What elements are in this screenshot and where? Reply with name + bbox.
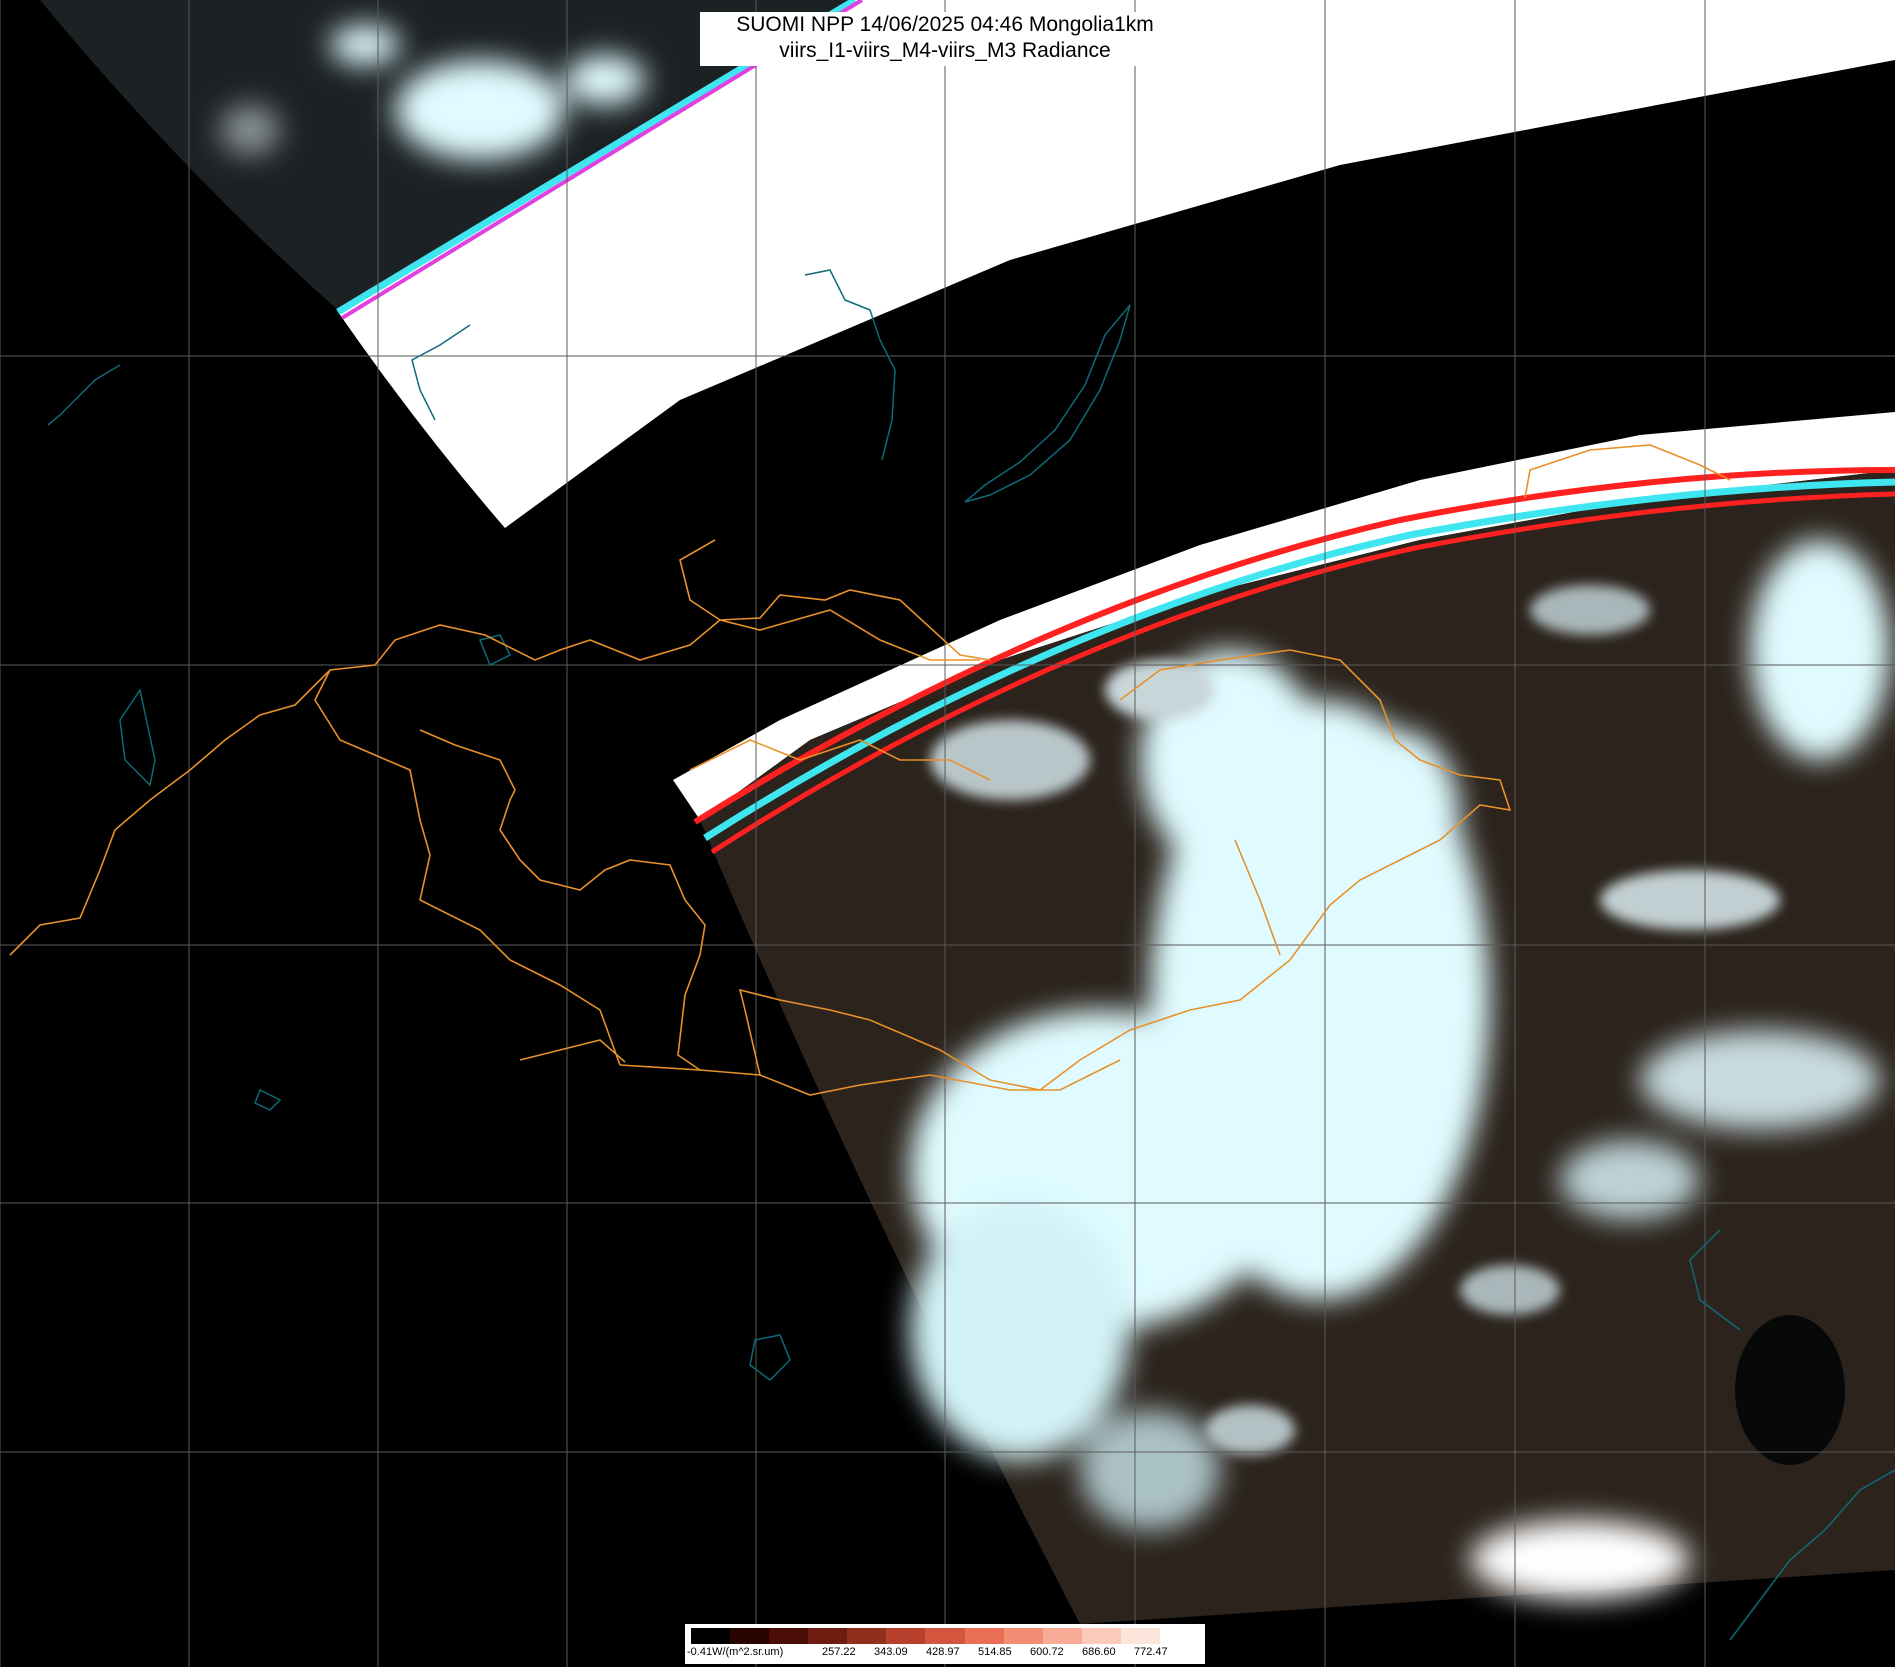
map-title-line1: SUOMI NPP 14/06/2025 04:46 Mongolia1km (736, 13, 1154, 36)
colorbar-swatch (808, 1628, 848, 1644)
colorbar-swatch (925, 1628, 965, 1644)
colorbar-label: -0.41W/(m^2.sr.um) (687, 1646, 784, 1658)
colorbar-label: 600.72 (1030, 1646, 1064, 1658)
colorbar-swatch (886, 1628, 926, 1644)
colorbar-label: 343.09 (874, 1646, 908, 1658)
lake-outline (47, 364, 121, 426)
lake-outline (254, 1088, 282, 1111)
colorbar-label: 514.85 (978, 1646, 1012, 1658)
border-line (314, 669, 621, 1066)
colorbar-swatch (1120, 1628, 1160, 1644)
map-title-line2: viirs_I1-viirs_M4-viirs_M3 Radiance (779, 39, 1111, 62)
colorbar-label: 686.60 (1082, 1646, 1116, 1658)
colorbar-label: 428.97 (926, 1646, 960, 1658)
colorbar-label: 772.47 (1134, 1646, 1168, 1658)
colorbar-swatch (847, 1628, 887, 1644)
colorbar-swatch (730, 1628, 770, 1644)
colorbar-swatch (964, 1628, 1004, 1644)
colorbar-swatch (1003, 1628, 1043, 1644)
colorbar-labels: -0.41W/(m^2.sr.um) 257.22 343.09 428.97 … (685, 1646, 1205, 1662)
border-line (419, 729, 706, 1071)
main-swath (673, 412, 1895, 1624)
radiance-map[interactable] (0, 0, 1895, 1667)
map-title: SUOMI NPP 14/06/2025 04:46 Mongolia1km v… (700, 12, 1190, 66)
colorbar-ramp (691, 1628, 1200, 1644)
colorbar-label: 257.22 (822, 1646, 856, 1658)
lake-baikal-outline (964, 304, 1131, 503)
border-line (679, 539, 991, 661)
border-line (519, 1039, 626, 1063)
colorbar-swatch (1159, 1628, 1200, 1644)
colorbar-swatch (691, 1628, 731, 1644)
satellite-map-viewport[interactable]: SUOMI NPP 14/06/2025 04:46 Mongolia1km v… (0, 0, 1895, 1667)
lake-outline (119, 688, 156, 787)
colorbar-swatch (1042, 1628, 1082, 1644)
colorbar-swatch (1081, 1628, 1121, 1644)
colorbar-swatch (769, 1628, 809, 1644)
sea-dark-area (1735, 1315, 1845, 1465)
colorbar-legend: -0.41W/(m^2.sr.um) 257.22 343.09 428.97 … (685, 1624, 1205, 1664)
